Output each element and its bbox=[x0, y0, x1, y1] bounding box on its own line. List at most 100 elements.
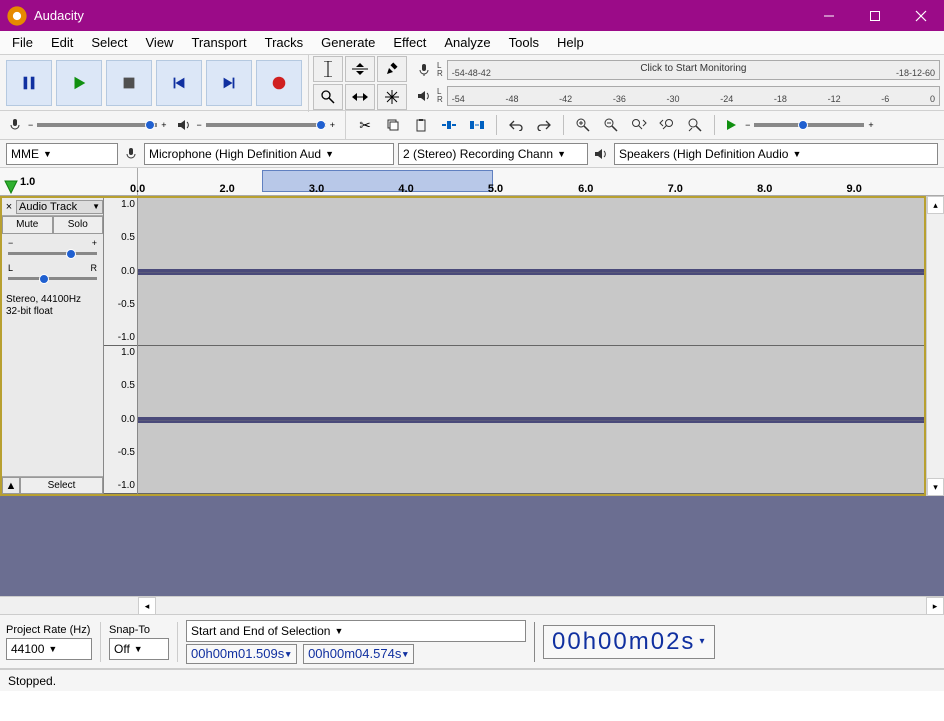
mixer-toolbar: − + − + bbox=[0, 111, 341, 139]
timeshift-tool[interactable] bbox=[345, 84, 375, 110]
mic-icon[interactable] bbox=[415, 61, 433, 79]
menu-transport[interactable]: Transport bbox=[183, 33, 254, 52]
scroll-right-button[interactable]: ▸ bbox=[926, 597, 944, 614]
meter-tick: -54 bbox=[452, 68, 465, 78]
gain-slider[interactable] bbox=[8, 252, 97, 255]
zoom-in-button[interactable] bbox=[570, 114, 596, 136]
horizontal-scrollbar[interactable]: ◂ ▸ bbox=[0, 596, 944, 614]
amp-tick: -0.5 bbox=[106, 448, 135, 458]
menu-file[interactable]: File bbox=[4, 33, 41, 52]
ruler-tick: 9.0 bbox=[847, 183, 862, 195]
play-vol-plus: + bbox=[330, 120, 335, 130]
selection-start-value: 00h00m01.509s bbox=[191, 646, 284, 661]
play-head-marker[interactable] bbox=[4, 180, 18, 194]
meter-tick: -18 bbox=[896, 68, 909, 78]
menu-tracks[interactable]: Tracks bbox=[257, 33, 312, 52]
envelope-tool[interactable] bbox=[345, 56, 375, 82]
cut-button[interactable]: ✂ bbox=[352, 114, 378, 136]
waveform-area[interactable] bbox=[138, 198, 924, 494]
mute-button[interactable]: Mute bbox=[2, 216, 53, 234]
playback-device-combo[interactable]: Speakers (High Definition Audio▼ bbox=[614, 143, 938, 165]
stop-button[interactable] bbox=[106, 60, 152, 106]
audio-position-display[interactable]: 00h00m02s▾ bbox=[543, 625, 715, 659]
zoom-out-button[interactable] bbox=[598, 114, 624, 136]
waveform-left-channel[interactable] bbox=[138, 198, 924, 346]
play-meter-lr-label: LR bbox=[437, 88, 443, 104]
menu-edit[interactable]: Edit bbox=[43, 33, 81, 52]
multi-tool[interactable] bbox=[377, 84, 407, 110]
play-button[interactable] bbox=[56, 60, 102, 106]
track-select-button[interactable]: Select bbox=[20, 477, 103, 494]
record-button[interactable] bbox=[256, 60, 302, 106]
pan-slider[interactable] bbox=[8, 277, 97, 280]
pause-button[interactable] bbox=[6, 60, 52, 106]
recording-volume-slider[interactable] bbox=[37, 123, 157, 127]
amp-tick: -1.0 bbox=[106, 481, 135, 491]
playback-meter[interactable]: -54 -48 -42 -36 -30 -24 -18 -12 -6 0 bbox=[447, 86, 940, 106]
scroll-down-button[interactable]: ▾ bbox=[927, 478, 944, 496]
recording-device-combo[interactable]: Microphone (High Definition Aud▼ bbox=[144, 143, 394, 165]
scroll-up-button[interactable]: ▴ bbox=[927, 196, 944, 214]
menu-view[interactable]: View bbox=[138, 33, 182, 52]
recording-meter[interactable]: -54 -48 -42 -18 -12 -6 0 Click to Start … bbox=[447, 60, 940, 80]
play-at-speed-button[interactable] bbox=[721, 115, 741, 135]
meter-tick: -12 bbox=[828, 94, 841, 104]
title-bar: Audacity bbox=[0, 0, 944, 31]
audio-host-combo[interactable]: MME▼ bbox=[6, 143, 118, 165]
zoom-toggle-button[interactable] bbox=[682, 114, 708, 136]
playback-speed-slider[interactable] bbox=[754, 123, 864, 127]
speed-plus: + bbox=[868, 120, 873, 130]
play-vol-minus: − bbox=[197, 120, 202, 130]
undo-button[interactable] bbox=[503, 114, 529, 136]
selection-tool[interactable] bbox=[313, 56, 343, 82]
maximize-button[interactable] bbox=[852, 0, 898, 31]
snap-to-label: Snap-To bbox=[109, 624, 169, 636]
ruler-tick: 6.0 bbox=[578, 183, 593, 195]
meter-tick: -24 bbox=[720, 94, 733, 104]
playback-volume-slider[interactable] bbox=[206, 123, 326, 127]
redo-button[interactable] bbox=[531, 114, 557, 136]
selection-type-combo[interactable]: Start and End of Selection▼ bbox=[186, 620, 526, 642]
trim-button[interactable] bbox=[436, 114, 462, 136]
menu-analyze[interactable]: Analyze bbox=[436, 33, 498, 52]
minimize-button[interactable] bbox=[806, 0, 852, 31]
waveform-right-channel[interactable] bbox=[138, 346, 924, 494]
rec-meter-lr-label: LR bbox=[437, 62, 443, 78]
meter-tick: -48 bbox=[465, 68, 478, 78]
selection-start-field[interactable]: 00h00m01.509s▾ bbox=[186, 644, 297, 664]
menu-effect[interactable]: Effect bbox=[385, 33, 434, 52]
track-menu-button[interactable]: Audio Track▼ bbox=[16, 200, 103, 214]
paste-button[interactable] bbox=[408, 114, 434, 136]
timeline-selection[interactable] bbox=[262, 170, 493, 192]
copy-button[interactable] bbox=[380, 114, 406, 136]
recording-channels-combo[interactable]: 2 (Stereo) Recording Chann▼ bbox=[398, 143, 588, 165]
zoom-tool[interactable] bbox=[313, 84, 343, 110]
snap-to-combo[interactable]: Off▼ bbox=[109, 638, 169, 660]
close-button[interactable] bbox=[898, 0, 944, 31]
silence-button[interactable] bbox=[464, 114, 490, 136]
timeline-ruler[interactable]: 1.0 0.0 2.0 3.0 4.0 5.0 6.0 7.0 8.0 9.0 bbox=[0, 168, 944, 196]
ruler-tick: 2.0 bbox=[219, 183, 234, 195]
empty-track-area[interactable] bbox=[0, 496, 944, 596]
scroll-left-button[interactable]: ◂ bbox=[138, 597, 156, 614]
selection-end-field[interactable]: 00h00m04.574s▾ bbox=[303, 644, 414, 664]
amp-tick: 1.0 bbox=[106, 200, 135, 210]
ruler-tick: 0.0 bbox=[130, 183, 145, 195]
solo-button[interactable]: Solo bbox=[53, 216, 104, 234]
menu-help[interactable]: Help bbox=[549, 33, 592, 52]
project-rate-combo[interactable]: 44100▼ bbox=[6, 638, 92, 660]
menu-tools[interactable]: Tools bbox=[501, 33, 547, 52]
menu-generate[interactable]: Generate bbox=[313, 33, 383, 52]
menu-select[interactable]: Select bbox=[83, 33, 135, 52]
skip-end-button[interactable] bbox=[206, 60, 252, 106]
speaker-icon[interactable] bbox=[415, 87, 433, 105]
track-close-button[interactable]: × bbox=[2, 201, 16, 213]
pan-right-label: R bbox=[91, 263, 98, 273]
gain-minus: − bbox=[8, 238, 13, 248]
draw-tool[interactable] bbox=[377, 56, 407, 82]
skip-start-button[interactable] bbox=[156, 60, 202, 106]
fit-selection-button[interactable] bbox=[626, 114, 652, 136]
vertical-scrollbar[interactable]: ▴ ▾ bbox=[926, 196, 944, 496]
track-collapse-button[interactable]: ▲ bbox=[2, 477, 20, 494]
fit-project-button[interactable] bbox=[654, 114, 680, 136]
